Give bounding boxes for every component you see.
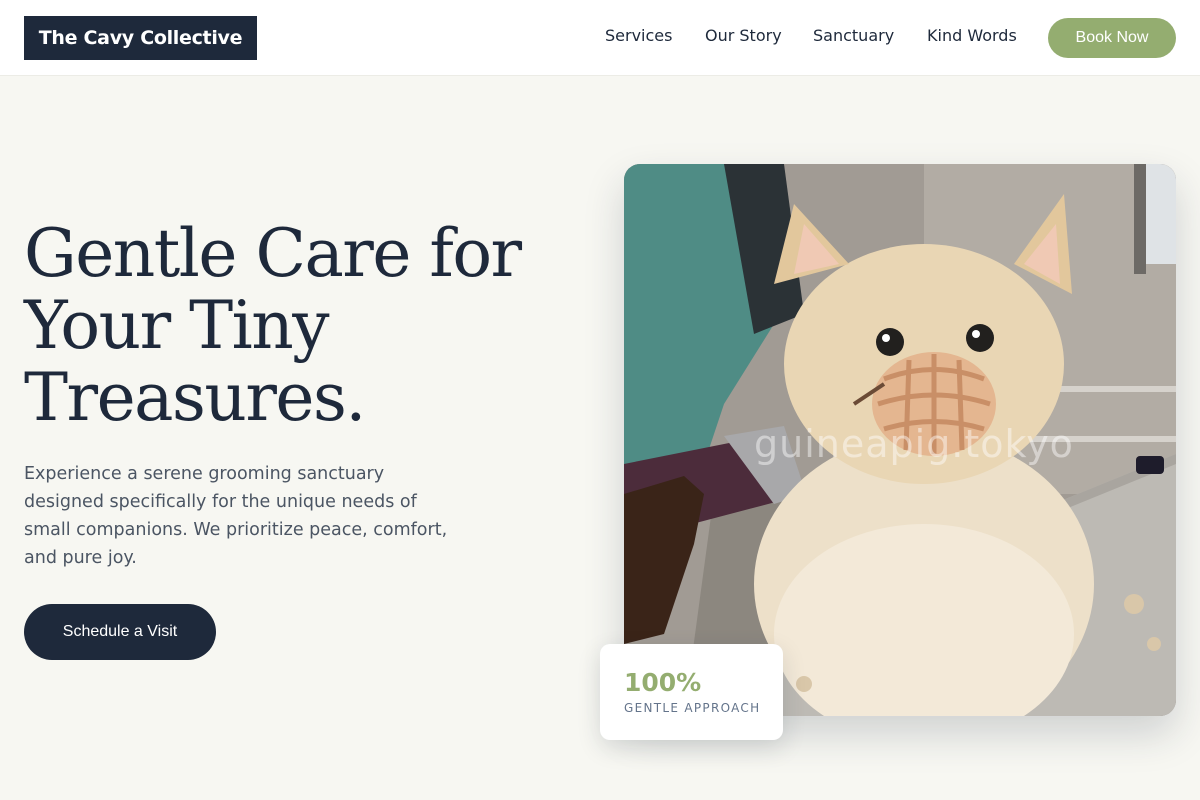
nav-link-kind-words[interactable]: Kind Words — [927, 26, 1017, 46]
hero-description-line: Experience a serene grooming sanctuary — [24, 464, 385, 484]
hero-description-line: designed specifically for the unique nee… — [24, 492, 417, 512]
stat-card: 100% GENTLE APPROACH — [600, 644, 783, 740]
hero-description-line: and pure joy. — [24, 548, 137, 568]
hero-title: Gentle Care for Your Tiny Treasures. — [24, 218, 544, 434]
image-watermark: guineapig.tokyo — [754, 422, 1074, 466]
nav-link-services[interactable]: Services — [605, 26, 672, 46]
hero-title-line: Gentle Care for — [24, 215, 522, 292]
hero-title-line: Treasures. — [24, 359, 366, 436]
nav-link-our-story[interactable]: Our Story — [705, 26, 782, 46]
hero-photo: guineapig.tokyo — [624, 164, 1176, 716]
nav-link-sanctuary[interactable]: Sanctuary — [813, 26, 894, 46]
stat-label: GENTLE APPROACH — [624, 701, 761, 715]
hero-description-line: small companions. We prioritize peace, c… — [24, 520, 448, 540]
schedule-visit-button[interactable]: Schedule a Visit — [24, 604, 216, 660]
book-now-button[interactable]: Book Now — [1048, 18, 1176, 58]
hero-title-line: Your Tiny — [24, 287, 330, 364]
logo[interactable]: The Cavy Collective — [24, 16, 257, 60]
site-header: The Cavy Collective Services Our Story S… — [0, 0, 1200, 76]
stat-value: 100% — [624, 668, 702, 697]
hero-description: Experience a serene grooming sanctuary d… — [24, 460, 474, 572]
